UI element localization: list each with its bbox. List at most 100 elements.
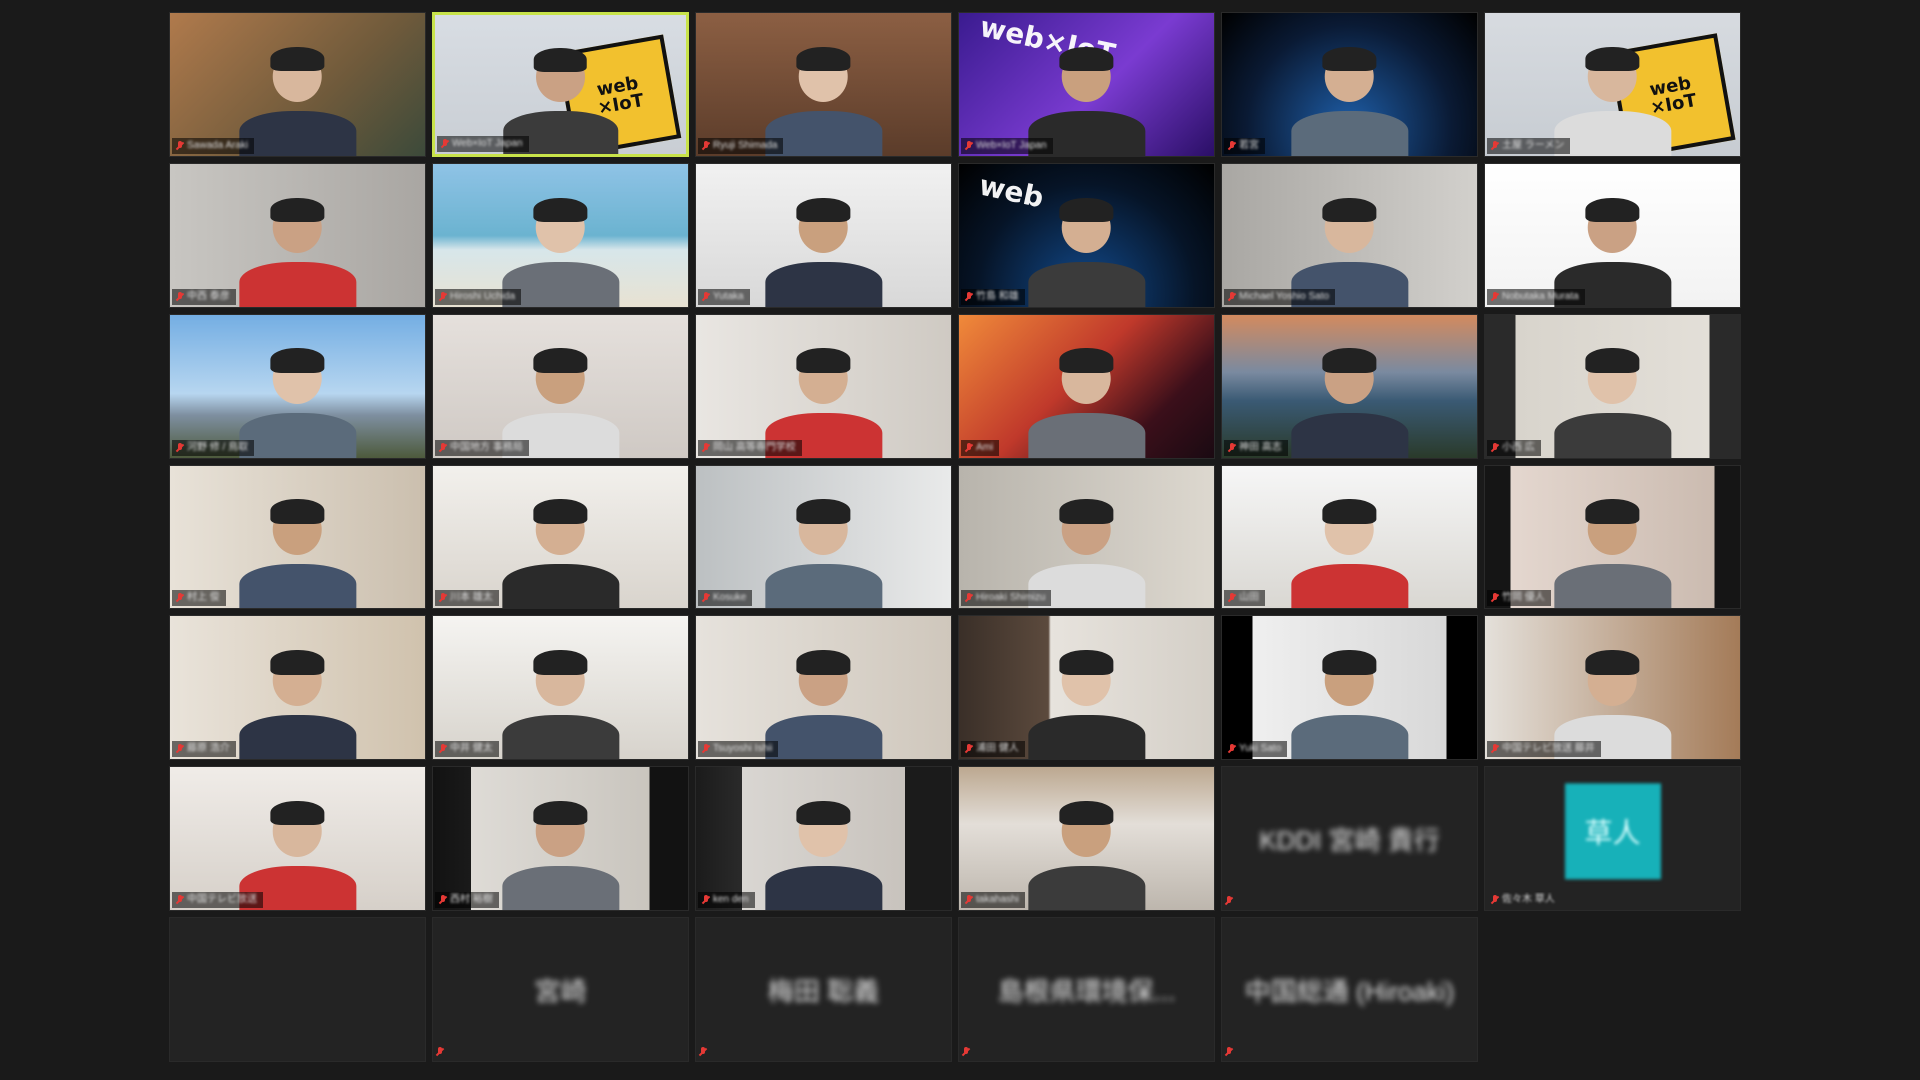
participant-name-tag: 若宮 — [1224, 137, 1265, 154]
participant-name-tag: ken den — [698, 892, 755, 909]
participant-tile[interactable]: web×IoTWeb×IoT Japan — [958, 12, 1215, 157]
participant-tile[interactable]: 島根県環境保... — [958, 917, 1215, 1062]
participant-name-tag: 河野 修 / 鳥取 — [172, 439, 255, 456]
participant-video-figure — [501, 648, 620, 760]
participant-tile[interactable]: Hiroaki Shimizu — [958, 464, 1215, 610]
participant-name-tag: 西村 裕樹 — [435, 892, 499, 909]
participant-tile[interactable]: 岡山 高等専門学校 — [695, 313, 952, 459]
participant-tile[interactable]: Sawada Araki — [169, 12, 426, 157]
participant-name: 中国地方 事務局 — [450, 441, 523, 453]
participant-tile[interactable]: 中井 健太 — [432, 615, 689, 761]
participant-tile[interactable]: 小西 広 — [1484, 313, 1741, 459]
participant-tile[interactable]: 竹岡 優人 — [1484, 464, 1741, 610]
muted-mic-icon — [1228, 140, 1236, 151]
participant-tile[interactable]: 川本 雄太 — [432, 464, 689, 610]
participant-name: 山田 — [1239, 592, 1259, 604]
participant-video-figure — [1027, 346, 1146, 458]
participant-tile[interactable]: 宮崎 — [432, 917, 689, 1062]
participant-tile[interactable]: Yutaka — [695, 162, 952, 308]
participant-name: Michael Yoshio Sato — [1239, 290, 1330, 302]
participant-tile[interactable]: 中国総通 (Hiroaki) — [1221, 917, 1478, 1062]
participant-name-tag: Yutaka — [698, 288, 750, 305]
participant-video-figure — [764, 799, 883, 911]
participant-name-tag: Nobutaka Murata — [1487, 288, 1585, 305]
participant-tile[interactable]: 山田 — [1221, 464, 1478, 610]
participant-name-tag: 浦田 健人 — [961, 741, 1025, 758]
participant-tile[interactable]: 中国地方 事務局 — [432, 313, 689, 459]
participant-tile[interactable]: 浦田 健人 — [958, 615, 1215, 761]
participant-tile[interactable]: 中国テレビ放送 藤井 — [1484, 615, 1741, 761]
participant-name-tag: 中西 泰彦 — [172, 288, 236, 305]
muted-mic-icon — [176, 140, 184, 151]
participant-tile[interactable]: Nobutaka Murata — [1484, 162, 1741, 308]
participant-name: takahashi — [976, 894, 1019, 906]
participant-tile[interactable]: 草人 佐々木 草人 — [1484, 766, 1741, 912]
muted-mic-icon — [176, 291, 184, 302]
muted-mic-icon — [965, 291, 973, 302]
participant-name: Kosuke — [713, 592, 747, 604]
participant-tile[interactable]: Ami — [958, 313, 1215, 459]
participant-name: KDDI 宮崎 貴行 — [1259, 825, 1440, 856]
participant-video-figure — [1027, 195, 1146, 307]
muted-mic-icon — [176, 442, 184, 453]
participant-name: 河野 修 / 鳥取 — [187, 441, 249, 453]
participant-video-figure — [764, 648, 883, 760]
participant-name: Web×IoT Japan — [452, 137, 523, 149]
participant-tile[interactable]: takahashi — [958, 766, 1215, 912]
muted-mic-icon — [176, 593, 184, 603]
participant-name-tag: 川本 雄太 — [435, 590, 499, 607]
muted-mic-icon — [1225, 896, 1233, 906]
participant-tile[interactable]: Kosuke — [695, 464, 952, 610]
participant-tile[interactable]: web 竹島 和雄 — [958, 162, 1215, 308]
muted-mic-icon — [439, 291, 447, 302]
participant-name: 竹島 和雄 — [976, 290, 1019, 302]
participant-name-tag: 岡山 高等専門学校 — [698, 439, 802, 456]
participant-name-tag: 中国テレビ放送 — [172, 892, 263, 909]
participant-name: Nobutaka Murata — [1502, 290, 1579, 302]
participant-tile[interactable]: 西村 裕樹 — [432, 766, 689, 912]
participant-tile[interactable]: Yuki Sato — [1221, 615, 1478, 761]
participant-video-figure — [1553, 346, 1672, 458]
participant-name: 西村 裕樹 — [450, 894, 493, 906]
participant-name-tag: Sawada Araki — [172, 137, 255, 154]
participant-video-figure — [238, 648, 357, 760]
participant-tile[interactable]: KDDI 宮崎 貴行 — [1221, 766, 1478, 912]
participant-tile[interactable]: ken den — [695, 766, 952, 912]
video-gallery: Sawada Araki web ×IoT Web×IoT Japan Ryuji Sh… — [169, 12, 1741, 1062]
participant-video-figure — [238, 195, 357, 307]
participant-tile[interactable]: 神田 高志 — [1221, 313, 1478, 459]
participant-name: 土屋 ラーメン — [1502, 139, 1565, 151]
participant-tile[interactable]: Hiroshi Uchida — [432, 162, 689, 308]
participant-name-tag: Ryuji Shimada — [698, 137, 784, 154]
avatar: 草人 — [1564, 783, 1661, 880]
participant-video-figure — [1290, 44, 1409, 156]
participant-name: 竹岡 優人 — [1502, 592, 1545, 604]
muted-mic-icon — [436, 1047, 444, 1057]
muted-mic-icon — [702, 442, 710, 453]
muted-mic-icon — [1491, 744, 1499, 754]
participant-tile[interactable]: web ×IoT 土屋 ラーメン — [1484, 12, 1741, 157]
participant-tile[interactable]: web×IoTWeb×IoT Japan — [432, 12, 689, 157]
participant-video-figure — [501, 799, 620, 911]
participant-video-figure — [1553, 497, 1672, 609]
participant-tile[interactable]: 梅田 聡義 — [695, 917, 952, 1062]
participant-tile[interactable]: 中西 泰彦 — [169, 162, 426, 308]
participant-tile[interactable]: 河野 修 / 鳥取 — [169, 313, 426, 459]
participant-name-tag: 竹岡 優人 — [1487, 590, 1551, 607]
participant-tile[interactable]: Tsuyoshi Ishii — [695, 615, 952, 761]
muted-mic-icon — [1491, 442, 1499, 453]
muted-mic-icon — [702, 593, 710, 603]
participant-tile[interactable]: 中国テレビ放送 — [169, 766, 426, 912]
participant-video-figure — [1290, 346, 1409, 458]
participant-name-tag: 小西 広 — [1487, 439, 1541, 456]
participant-tile[interactable]: Michael Yoshio Sato — [1221, 162, 1478, 308]
participant-name: Web×IoT Japan — [976, 139, 1047, 151]
participant-name: 浦田 健人 — [976, 743, 1019, 755]
participant-video-figure — [1553, 44, 1672, 156]
participant-tile[interactable]: Ryuji Shimada — [695, 12, 952, 157]
participant-tile[interactable]: 藤原 浩介 — [169, 615, 426, 761]
participant-video-figure — [501, 497, 620, 609]
participant-tile[interactable]: 村上 俊 — [169, 464, 426, 610]
participant-name: 小西 広 — [1502, 441, 1535, 453]
participant-tile[interactable]: 若宮 — [1221, 12, 1478, 157]
